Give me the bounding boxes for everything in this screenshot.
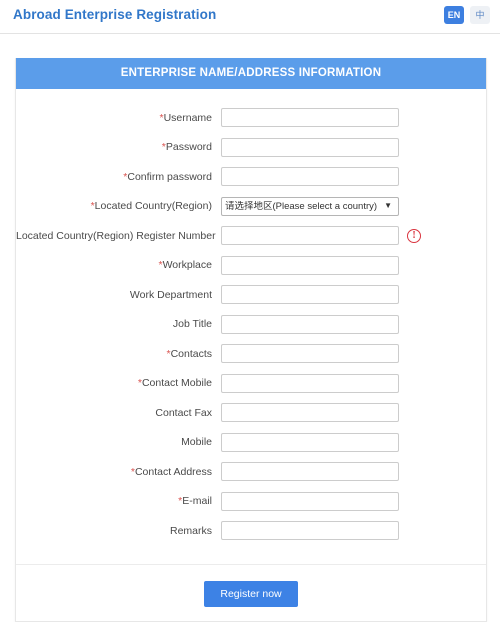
form-field-wrapper	[221, 108, 399, 128]
form-row: Located Country(Region) Register Number!	[16, 221, 486, 251]
form-field-label: *Username	[16, 111, 221, 124]
form-field-label-text: Contact Fax	[155, 406, 212, 419]
form-text-input[interactable]	[221, 432, 399, 452]
form-field-label-text: Contacts	[170, 347, 212, 360]
form-field-label: Located Country(Region) Register Number	[16, 229, 221, 242]
form-text-input[interactable]	[221, 373, 399, 393]
form-field-label: *E-mail	[16, 496, 221, 507]
form-row: *Contacts	[16, 339, 486, 369]
form-field-label: *Workplace	[16, 260, 221, 271]
top-bar: Abroad Enterprise Registration EN 中	[0, 0, 500, 34]
form-field-label: Work Department	[16, 288, 221, 301]
form-field-label: *Confirm password	[16, 170, 221, 183]
form-text-input[interactable]	[221, 491, 399, 511]
form-field-wrapper	[221, 432, 399, 452]
form-row: Mobile	[16, 428, 486, 458]
form-field-wrapper	[221, 521, 399, 541]
registration-card: ENTERPRISE NAME/ADDRESS INFORMATION *Use…	[15, 58, 487, 622]
form-row: Contact Fax	[16, 398, 486, 428]
form-field-label-text: Contact Mobile	[141, 377, 212, 389]
form-row: Remarks	[16, 516, 486, 546]
form-footer: Register now	[16, 563, 486, 621]
form-field-label-text: Confirm password	[127, 170, 212, 183]
form-row: *E-mail	[16, 487, 486, 517]
form-field-label-text: Work Department	[129, 288, 212, 301]
form-row: *Password	[16, 133, 486, 163]
form-field-label: *Contact Mobile	[16, 378, 221, 389]
country-select[interactable]: 请选择地区(Please select a country)	[221, 197, 399, 217]
form-field-label-text: Remarks	[169, 524, 212, 537]
form-field-wrapper	[221, 344, 399, 364]
form-text-input[interactable]	[221, 344, 399, 364]
form-text-input[interactable]	[221, 521, 399, 541]
country-select-holder: 请选择地区(Please select a country) ▼	[221, 196, 399, 217]
form-field-label: *Located Country(Region)	[16, 201, 221, 212]
card-header-title: ENTERPRISE NAME/ADDRESS INFORMATION	[16, 58, 486, 89]
form-row: *Contact Mobile	[16, 369, 486, 399]
form-text-input[interactable]	[221, 314, 399, 334]
language-switcher: EN 中	[444, 6, 490, 24]
form-text-input[interactable]	[221, 403, 399, 423]
form-row: *Confirm password	[16, 162, 486, 192]
form-field-label-text: Username	[163, 111, 212, 124]
form-row: Job Title	[16, 310, 486, 340]
form-field-wrapper	[221, 373, 399, 393]
form-text-input[interactable]	[221, 108, 399, 128]
register-now-button[interactable]: Register now	[204, 580, 298, 607]
page-title: Abroad Enterprise Registration	[13, 7, 217, 22]
language-button-en[interactable]: EN	[444, 6, 464, 24]
form-field-wrapper	[221, 314, 399, 334]
form-text-input[interactable]	[221, 137, 399, 157]
form-field-wrapper	[221, 285, 399, 305]
form-field-wrapper	[221, 137, 399, 157]
form-field-wrapper: 请选择地区(Please select a country) ▼	[221, 196, 399, 217]
form-field-label: Remarks	[16, 524, 221, 537]
form-text-input[interactable]	[221, 255, 399, 275]
language-button-zh[interactable]: 中	[470, 6, 490, 24]
error-exclamation-icon: !	[407, 228, 421, 243]
form-text-input[interactable]	[221, 285, 399, 305]
form-field-label-text: Workplace	[162, 259, 212, 271]
form-field-label-text: Password	[165, 141, 212, 153]
form-row: *Workplace	[16, 251, 486, 281]
form-field-wrapper	[221, 491, 399, 511]
form-field-wrapper	[221, 255, 399, 275]
form-field-label: Mobile	[16, 437, 221, 448]
form-field-label-text: Job Title	[172, 318, 212, 330]
form-row: *Username	[16, 103, 486, 133]
form-field-label: *Contact Address	[16, 465, 221, 478]
form-field-wrapper	[221, 403, 399, 423]
form-text-input[interactable]	[221, 462, 399, 482]
form-field-label: *Contacts	[16, 347, 221, 360]
form-field-wrapper	[221, 462, 399, 482]
form-field-label-text: Located Country(Region) Register Number	[16, 229, 216, 242]
form-row: *Located Country(Region) 请选择地区(Please sel…	[16, 192, 486, 222]
form-field-wrapper: !	[221, 226, 421, 246]
form-field-label-text: Located Country(Region)	[94, 200, 212, 212]
form-row: Work Department	[16, 280, 486, 310]
form-field-label: Job Title	[16, 319, 221, 330]
registration-form: *Username *Password *Confirm password *Loca…	[16, 89, 486, 556]
form-text-input[interactable]	[221, 167, 399, 187]
form-field-label: *Password	[16, 142, 221, 153]
form-field-label-text: E-mail	[182, 495, 212, 507]
form-field-label-text: Contact Address	[134, 465, 212, 478]
form-text-input[interactable]	[221, 226, 399, 246]
form-field-label-text: Mobile	[181, 436, 212, 448]
form-field-label: Contact Fax	[16, 406, 221, 419]
form-field-wrapper	[221, 167, 399, 187]
form-row: *Contact Address	[16, 457, 486, 487]
